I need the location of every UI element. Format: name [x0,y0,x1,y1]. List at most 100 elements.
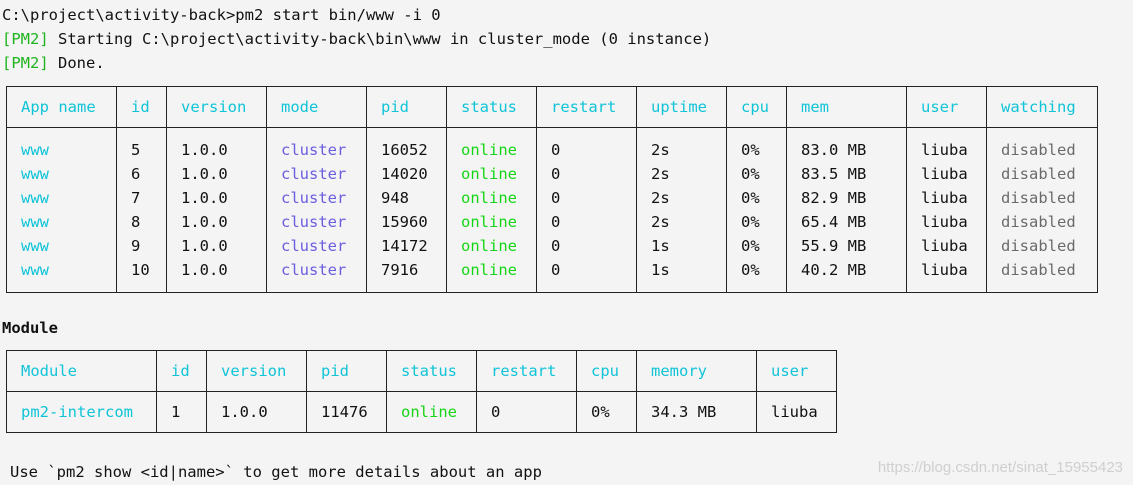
command-line[interactable]: C:\project\activity-back>pm2 start bin/w… [0,3,1133,27]
user-cell: liuba [906,258,987,293]
restart-cell: 0 [536,186,637,210]
pid-cell: 14020 [366,162,447,186]
col-cpu: cpu [726,86,787,128]
pm2-tag: [PM2] [2,54,49,72]
status-cell: online [446,186,537,210]
command-text: pm2 start bin/www -i 0 [235,6,441,24]
table-row: www 9 1.0.0 cluster 14172 online 0 1s 0% 55.9 MB l… [6,234,1098,258]
version-cell: 1.0.0 [166,234,267,258]
app-name-cell: www [6,186,117,210]
user-cell: liuba [906,234,987,258]
prompt: C:\project\activity-back> [2,6,236,24]
log-text: Done. [48,54,105,72]
table-row: pm2-intercom 1 1.0.0 11476 online 0 0% 34.3 MB l… [6,391,837,433]
log-line: [PM2] Done. [0,51,1133,75]
col-id: id [116,86,167,128]
col-cpu: cpu [576,350,637,392]
col-memory: memory [636,350,757,392]
restart-cell: 0 [476,391,577,433]
restart-cell: 0 [536,210,637,234]
status-cell: online [386,391,477,433]
id-cell: 1 [156,391,207,433]
id-cell: 8 [116,210,167,234]
col-status: status [386,350,477,392]
user-cell: liuba [756,391,837,433]
uptime-cell: 2s [636,162,727,186]
cpu-cell: 0% [726,162,787,186]
version-cell: 1.0.0 [166,162,267,186]
modules-table: Module id version pid status restart cpu… [6,350,837,433]
user-cell: liuba [906,186,987,210]
version-cell: 1.0.0 [206,391,307,433]
uptime-cell: 2s [636,186,727,210]
cpu-cell: 0% [726,127,787,162]
mem-cell: 83.5 MB [786,162,907,186]
user-cell: liuba [906,162,987,186]
status-cell: online [446,162,537,186]
memory-cell: 34.3 MB [636,391,757,433]
pid-cell: 16052 [366,127,447,162]
watching-cell: disabled [986,234,1098,258]
pid-cell: 11476 [306,391,387,433]
col-version: version [206,350,307,392]
restart-cell: 0 [536,258,637,293]
version-cell: 1.0.0 [166,127,267,162]
mode-cell: cluster [266,127,367,162]
log-text: Starting C:\project\activity-back\bin\ww… [48,30,712,48]
uptime-cell: 2s [636,127,727,162]
cpu-cell: 0% [576,391,637,433]
col-user: user [756,350,837,392]
app-name-cell: www [6,127,117,162]
pid-cell: 15960 [366,210,447,234]
col-module: Module [6,350,157,392]
mode-cell: cluster [266,162,367,186]
col-status: status [446,86,537,128]
version-cell: 1.0.0 [166,210,267,234]
status-cell: online [446,234,537,258]
id-cell: 10 [116,258,167,293]
apps-table: App name id version mode pid status rest… [6,86,1098,293]
mode-cell: cluster [266,258,367,293]
col-restart: restart [536,86,637,128]
col-version: version [166,86,267,128]
table-row: www 7 1.0.0 cluster 948 online 0 2s 0% 82.9 MB liu… [6,186,1098,210]
terminal: C:\project\activity-back>pm2 start bin/w… [0,3,1133,75]
user-cell: liuba [906,210,987,234]
watching-cell: disabled [986,127,1098,162]
mem-cell: 55.9 MB [786,234,907,258]
log-line: [PM2] Starting C:\project\activity-back\… [0,27,1133,51]
uptime-cell: 2s [636,210,727,234]
cpu-cell: 0% [726,186,787,210]
cpu-cell: 0% [726,258,787,293]
col-mem: mem [786,86,907,128]
col-pid: pid [366,86,447,128]
restart-cell: 0 [536,234,637,258]
table-row: www 10 1.0.0 cluster 7916 online 0 1s 0% 40.2 MB l… [6,258,1098,293]
col-watching: watching [986,86,1098,128]
table-row: www 5 1.0.0 cluster 16052 online 0 2s 0% 83.0 MB l… [6,127,1098,162]
table-row: www 8 1.0.0 cluster 15960 online 0 2s 0% 65.4 MB l… [6,210,1098,234]
table-row: www 6 1.0.0 cluster 14020 online 0 2s 0% 83.5 MB l… [6,162,1098,186]
id-cell: 9 [116,234,167,258]
pid-cell: 948 [366,186,447,210]
mem-cell: 83.0 MB [786,127,907,162]
watching-cell: disabled [986,258,1098,293]
version-cell: 1.0.0 [166,186,267,210]
col-id: id [156,350,207,392]
id-cell: 7 [116,186,167,210]
watermark: https://blog.csdn.net/sinat_15955423 [877,459,1123,476]
status-cell: online [446,210,537,234]
col-mode: mode [266,86,367,128]
restart-cell: 0 [536,162,637,186]
col-uptime: uptime [636,86,727,128]
watching-cell: disabled [986,162,1098,186]
uptime-cell: 1s [636,258,727,293]
cpu-cell: 0% [726,234,787,258]
col-pid: pid [306,350,387,392]
app-name-cell: www [6,210,117,234]
mem-cell: 82.9 MB [786,186,907,210]
module-name-cell: pm2-intercom [6,391,157,433]
status-cell: online [446,258,537,293]
status-cell: online [446,127,537,162]
mode-cell: cluster [266,234,367,258]
